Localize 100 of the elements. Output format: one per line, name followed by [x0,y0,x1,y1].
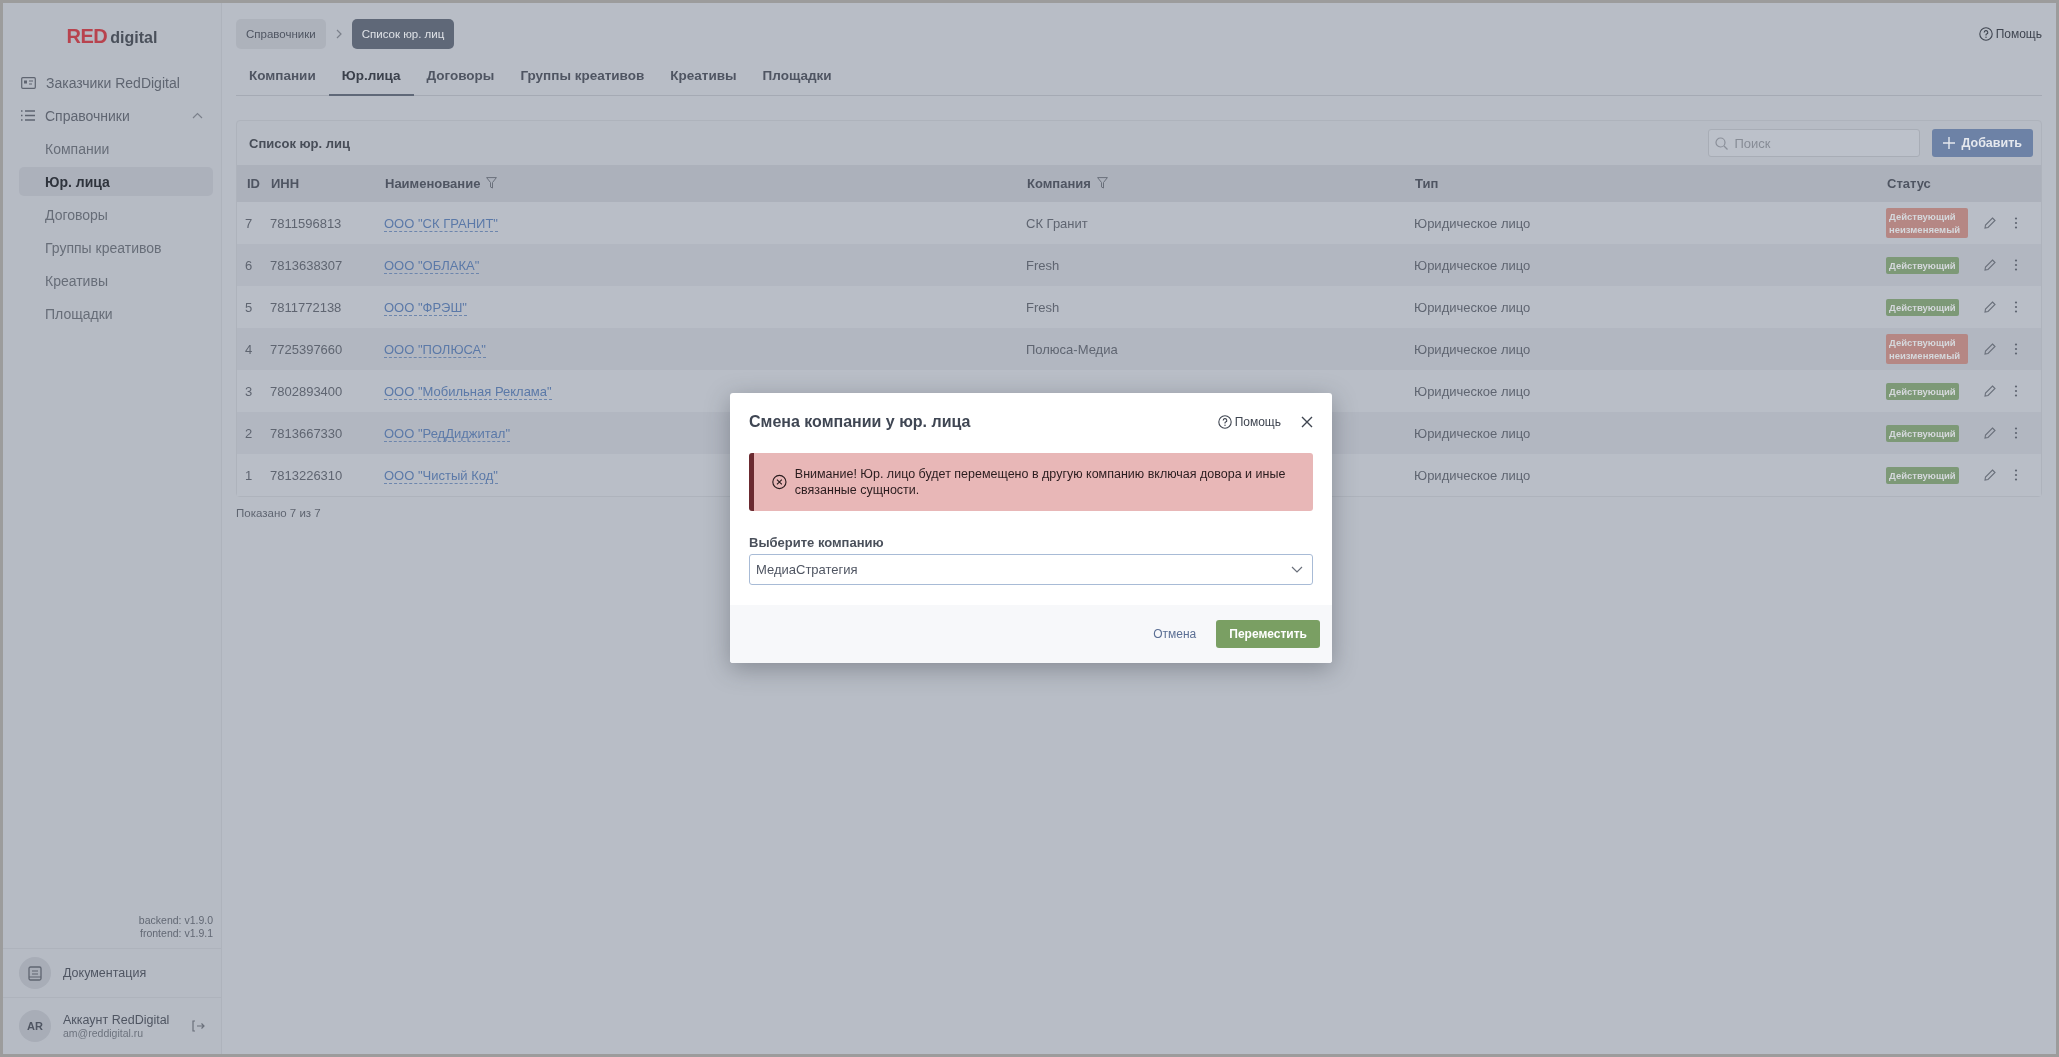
status-badge: Действующий неизменяемый [1886,208,1968,238]
status-badge: Действующий [1886,424,1959,442]
tab[interactable]: Группы креативов [507,59,658,96]
name-link[interactable]: ООО "РедДиджитал" [384,425,511,442]
help-icon [1978,27,1993,41]
help-icon [1217,415,1232,429]
name-link[interactable]: ООО "СК ГРАНИТ" [384,215,498,232]
table-cell: Юридическое лицо [1414,370,1886,412]
book-icon [19,957,51,989]
breadcrumb[interactable]: Справочники [236,19,326,49]
column-header: Компания [1026,165,1414,202]
name-link[interactable]: ООО "ОБЛАКА" [384,257,480,274]
list-icon [21,110,35,121]
version-text: frontend: v1.9.1 [140,927,213,940]
chevron-icon [192,112,203,119]
filter-icon[interactable] [1096,177,1108,189]
sidebar-item[interactable]: Компании [19,134,213,163]
table-cell: Юридическое лицо [1414,454,1886,496]
column-header: Наименование [384,165,1026,202]
table-cell: 7813667330 [270,412,384,454]
help-link[interactable]: Помощь [1217,415,1281,429]
name-link[interactable]: ООО "Чистый Код" [384,467,498,484]
pencil-icon[interactable] [1984,216,1996,229]
cancel-button[interactable]: Отмена [1147,626,1203,642]
logout-icon[interactable] [192,1020,205,1032]
status-badge: Действующий [1886,256,1959,274]
table-cell: 7811772138 [270,286,384,328]
account-name: Аккаунт RedDigital [63,1013,171,1027]
status-badge: Действующий [1886,466,1959,484]
documentation-link[interactable]: Документация [63,966,147,980]
dialog-title: Смена компании у юр. лица [749,413,972,431]
table-cell: 7802893400 [270,370,384,412]
close-icon[interactable] [1301,416,1313,428]
help-link[interactable]: Помощь [1978,27,2042,41]
table-cell: Юридическое лицо [1414,244,1886,286]
sidebar-item[interactable]: Площадки [19,299,213,328]
table-cell: 1 [237,454,270,496]
table-cell: 7811596813 [270,202,384,244]
company-select[interactable]: МедиаСтратегия [749,554,1313,585]
sidebar-item[interactable]: Группы креативов [19,233,213,262]
sidebar-item[interactable]: Юр. лица [19,167,213,196]
sidebar-item[interactable]: Заказчики RedDigital [21,66,213,99]
table-cell: Полюса-Медиа [1026,341,1118,357]
version-text: backend: v1.9.0 [138,914,213,927]
table-cell: 7 [237,202,270,244]
pencil-icon[interactable] [1984,468,1996,481]
column-header: ИНН [270,165,384,202]
id-card-icon [21,76,36,89]
account-email: am@reddigital.ru [63,1027,145,1039]
chevron-right-icon [335,29,342,39]
add-button[interactable]: Добавить [1932,129,2033,157]
table-cell: Юридическое лицо [1414,412,1886,454]
table-cell: 7813226310 [270,454,384,496]
tab[interactable]: Компании [236,59,329,96]
move-button[interactable]: Переместить [1216,620,1320,648]
pencil-icon[interactable] [1984,426,1996,439]
column-header: Статус [1886,165,1984,202]
pencil-icon[interactable] [1984,342,1996,355]
pencil-icon[interactable] [1984,300,1996,313]
table-cell: СК Гранит [1026,215,1088,231]
table-cell: 3 [237,370,270,412]
warning-text: Внимание! Юр. лицо будет перемещено в другую компанию включая довора и иные связанные сущности. [794,466,1287,498]
status-badge: Действующий [1886,382,1959,400]
sidebar-group[interactable]: Справочники [21,99,213,132]
plus-icon [1943,137,1956,149]
table-cell: Fresh [1026,299,1060,315]
table-cell: 6 [237,244,270,286]
error-icon [772,473,787,491]
table-cell: Юридическое лицо [1414,328,1886,370]
filter-icon[interactable] [486,177,498,189]
table-cell: 7725397660 [270,328,384,370]
logo: RED digital [66,25,158,48]
tab[interactable]: Площадки [749,59,845,96]
sidebar-item[interactable]: Креативы [19,266,213,295]
name-link[interactable]: ООО "ПОЛЮСА" [384,341,486,358]
table-cell: Юридическое лицо [1414,202,1886,244]
table-cell: 4 [237,328,270,370]
row-count: Показано 7 из 7 [236,507,322,519]
status-badge: Действующий [1886,298,1959,316]
avatar: AR [19,1010,51,1042]
pencil-icon[interactable] [1984,384,1996,397]
search-icon [1715,137,1729,150]
sidebar-item[interactable]: Договоры [19,200,213,229]
column-header: ID [237,165,270,202]
tab[interactable]: Креативы [657,59,750,96]
table-cell: 2 [237,412,270,454]
table-cell: Юридическое лицо [1414,286,1886,328]
status-badge: Действующий неизменяемый [1886,334,1968,364]
table-cell: 7813638307 [270,244,384,286]
chevron-down-icon [1291,566,1303,573]
tab[interactable]: Юр.лица [328,59,414,96]
tab[interactable]: Договоры [413,59,508,96]
table-cell: 5 [237,286,270,328]
name-link[interactable]: ООО "Мобильная Реклама" [384,383,552,400]
breadcrumb[interactable]: Список юр. лиц [351,19,455,49]
card-title: Список юр. лиц [249,135,352,151]
pencil-icon[interactable] [1984,258,1996,271]
column-header: Тип [1414,165,1886,202]
table-cell: Fresh [1026,257,1060,273]
name-link[interactable]: ООО "ФРЭШ" [384,299,467,316]
